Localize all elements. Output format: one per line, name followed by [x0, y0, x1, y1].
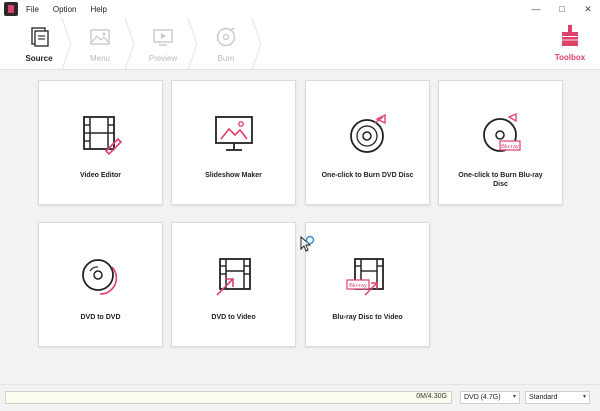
dvd-burn-icon [349, 113, 386, 153]
card-burn-bluray[interactable]: Blu-ray One-click to Burn Blu-ray Disc [438, 80, 563, 205]
menu-file[interactable]: File [26, 5, 39, 14]
dvd-copy-icon [81, 259, 117, 295]
title-bar: File Option Help — □ ✕ [0, 0, 600, 18]
step-menu-label: Menu [89, 54, 110, 63]
menu-help[interactable]: Help [90, 5, 106, 14]
toolbox-icon [562, 25, 578, 46]
bluray-badge-text: Blu-ray [349, 283, 367, 289]
bluray-burn-icon: Blu-ray [482, 113, 521, 152]
step-separator-chevron [252, 18, 262, 70]
window-controls: — □ ✕ [530, 2, 594, 16]
mouse-cursor-icon [300, 235, 315, 252]
burn-disc-icon [216, 27, 236, 47]
card-bluray-to-video[interactable]: Blu-ray Blu-ray Disc to Video [305, 222, 430, 347]
toolbox-button[interactable]: Toolbox [550, 18, 590, 70]
card-slideshow-maker[interactable]: Slideshow Maker [171, 80, 296, 205]
card-dvd-to-video-label: DVD to Video [211, 314, 256, 321]
disc-type-select[interactable]: DVD (4.7G) ▾ [460, 391, 520, 404]
quality-select[interactable]: Standard ▾ [525, 391, 590, 404]
step-source-label: Source [25, 54, 53, 63]
step-preview-label: Preview [148, 54, 178, 63]
chevron-down-icon: ▾ [582, 394, 586, 400]
bluray-to-video-icon: Blu-ray [345, 258, 384, 296]
card-video-editor[interactable]: Video Editor [38, 80, 163, 205]
card-dvd-to-dvd[interactable]: DVD to DVD [38, 222, 163, 347]
close-button[interactable]: ✕ [582, 2, 594, 16]
disc-type-value: DVD (4.7G) [464, 394, 501, 401]
app-logo [4, 2, 18, 16]
card-burn-dvd-label: One-click to Burn DVD Disc [321, 172, 414, 179]
preview-icon [153, 29, 173, 46]
source-icon [31, 27, 49, 47]
disc-capacity-bar: 0M/4.30G [5, 391, 452, 404]
disc-capacity-text: 0M/4.30G [416, 393, 447, 400]
card-burn-dvd[interactable]: One-click to Burn DVD Disc [305, 80, 430, 205]
card-video-editor-label: Video Editor [79, 172, 122, 179]
card-dvd-to-video[interactable]: DVD to Video [171, 222, 296, 347]
bluray-badge-text: Blu-ray [501, 144, 519, 150]
card-bluray-to-video-label: Blu-ray Disc to Video [332, 314, 403, 321]
toolbox-label: Toolbox [554, 53, 586, 62]
menu-image-icon [90, 29, 110, 45]
step-burn-label: Burn [217, 54, 235, 63]
bottom-status-bar: 0M/4.30G DVD (4.7G) ▾ Standard ▾ [0, 384, 600, 411]
quality-value: Standard [529, 394, 558, 401]
minimize-button[interactable]: — [530, 2, 542, 16]
film-edit-icon [82, 116, 122, 156]
step-burn[interactable]: Burn [191, 18, 261, 70]
step-toolbar: Source Menu Preview Burn Toolbox [0, 18, 600, 70]
card-burn-bluray-label: One-click to Burn Blu-ray Disc [458, 172, 543, 188]
dvd-to-video-icon [215, 258, 251, 296]
slideshow-monitor-icon [214, 116, 253, 151]
chevron-down-icon: ▾ [512, 394, 516, 400]
menu-option[interactable]: Option [53, 5, 77, 14]
maximize-button[interactable]: □ [556, 2, 568, 16]
card-slideshow-maker-label: Slideshow Maker [205, 172, 262, 179]
card-dvd-to-dvd-label: DVD to DVD [80, 314, 121, 321]
